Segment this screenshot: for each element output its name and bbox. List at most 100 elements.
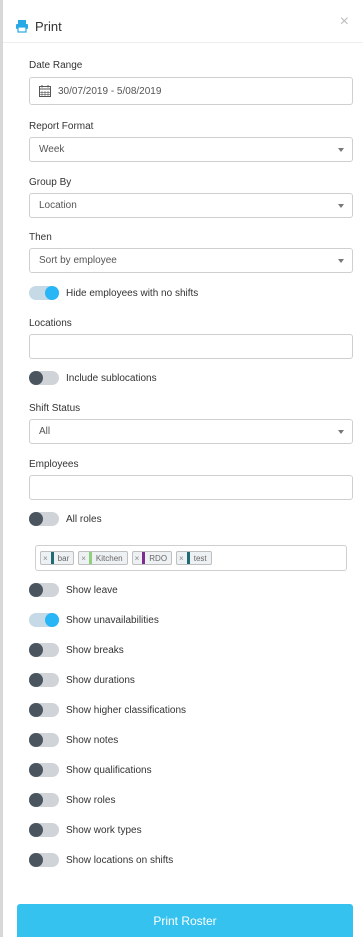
hide-employees-toggle-row[interactable]: Hide employees with no shifts — [29, 285, 198, 301]
all-roles-toggle[interactable] — [29, 512, 59, 526]
toggle-knob — [29, 703, 43, 717]
group-by-select[interactable]: Location — [29, 193, 353, 218]
all-roles-toggle-row[interactable]: All roles — [29, 511, 102, 527]
toggle-knob — [45, 286, 59, 300]
toggle-knob — [29, 793, 43, 807]
printer-icon — [16, 20, 28, 33]
role-color-swatch — [142, 552, 146, 564]
print-panel: Print × Date Range 30/07/2019 - 5/08/201… — [0, 0, 363, 937]
option-toggle-row-show-breaks[interactable]: Show breaks — [29, 642, 124, 658]
shift-status-label: Shift Status — [29, 403, 81, 414]
include-sublocations-toggle-row[interactable]: Include sublocations — [29, 370, 157, 386]
shift-status-select[interactable]: All — [29, 419, 353, 444]
show-breaks-toggle[interactable] — [29, 643, 59, 657]
chevron-down-icon — [338, 430, 344, 434]
panel-header: Print — [15, 16, 62, 36]
shift-status-value: All — [39, 426, 51, 437]
chevron-down-icon — [338, 204, 344, 208]
all-roles-label: All roles — [66, 513, 102, 525]
report-format-select[interactable]: Week — [29, 137, 353, 162]
employees-label: Employees — [29, 459, 79, 470]
option-label: Show qualifications — [66, 764, 152, 776]
option-toggle-row-show-unavailabilities[interactable]: Show unavailabilities — [29, 612, 159, 628]
toggle-knob — [29, 643, 43, 657]
show-roles-toggle[interactable] — [29, 793, 59, 807]
date-range-input[interactable]: 30/07/2019 - 5/08/2019 — [29, 77, 353, 105]
role-color-swatch — [88, 552, 92, 564]
remove-tag-icon[interactable]: × — [43, 554, 48, 563]
then-select[interactable]: Sort by employee — [29, 248, 353, 273]
page-title: Print — [35, 18, 62, 34]
employees-input[interactable] — [29, 475, 353, 500]
role-tag: × bar — [40, 551, 75, 565]
show-locations-on-shifts-toggle[interactable] — [29, 853, 59, 867]
toggle-knob — [29, 823, 43, 837]
toggle-knob — [29, 371, 43, 385]
toggle-knob — [29, 583, 43, 597]
show-work-types-toggle[interactable] — [29, 823, 59, 837]
toggle-knob — [29, 853, 43, 867]
toggle-knob — [29, 733, 43, 747]
report-format-label: Report Format — [29, 121, 94, 132]
close-icon[interactable]: × — [340, 12, 349, 32]
date-range-label: Date Range — [29, 60, 83, 71]
option-toggle-row-show-notes[interactable]: Show notes — [29, 732, 118, 748]
role-tag-label: test — [193, 553, 207, 563]
option-label: Show work types — [66, 824, 142, 836]
option-label: Show roles — [66, 794, 116, 806]
then-value: Sort by employee — [39, 255, 117, 266]
role-tag: × Kitchen — [78, 551, 128, 565]
show-higher-classifications-toggle[interactable] — [29, 703, 59, 717]
option-label: Show durations — [66, 674, 135, 686]
role-tag-label: bar — [57, 553, 70, 563]
role-color-swatch — [50, 552, 54, 564]
header-divider — [3, 42, 363, 43]
remove-tag-icon[interactable]: × — [179, 554, 184, 563]
option-toggle-row-show-qualifications[interactable]: Show qualifications — [29, 762, 152, 778]
locations-label: Locations — [29, 318, 72, 329]
option-label: Show higher classifications — [66, 704, 187, 716]
toggle-knob — [29, 673, 43, 687]
include-sublocations-label: Include sublocations — [66, 372, 157, 384]
roles-multiselect[interactable]: × bar × Kitchen × RDO × test — [35, 545, 347, 571]
calendar-icon — [39, 85, 51, 97]
print-roster-button[interactable]: Print Roster — [17, 904, 353, 937]
include-sublocations-toggle[interactable] — [29, 371, 59, 385]
role-tag-label: Kitchen — [95, 553, 123, 563]
option-label: Show locations on shifts — [66, 854, 174, 866]
chevron-down-icon — [338, 148, 344, 152]
option-toggle-row-show-roles[interactable]: Show roles — [29, 792, 115, 808]
toggle-knob — [45, 613, 59, 627]
role-color-swatch — [186, 552, 190, 564]
option-toggle-row-show-work-types[interactable]: Show work types — [29, 822, 142, 838]
role-tag: × test — [176, 551, 212, 565]
remove-tag-icon[interactable]: × — [81, 554, 86, 563]
date-range-value: 30/07/2019 - 5/08/2019 — [58, 85, 162, 97]
option-toggle-row-show-higher-classifications[interactable]: Show higher classifications — [29, 702, 186, 718]
option-label: Show unavailabilities — [66, 614, 159, 626]
group-by-label: Group By — [29, 177, 72, 188]
option-toggle-row-show-durations[interactable]: Show durations — [29, 672, 135, 688]
option-label: Show leave — [66, 584, 118, 596]
remove-tag-icon[interactable]: × — [135, 554, 140, 563]
toggle-knob — [29, 512, 43, 526]
option-toggle-row-show-locations-on-shifts[interactable]: Show locations on shifts — [29, 852, 173, 868]
show-qualifications-toggle[interactable] — [29, 763, 59, 777]
show-leave-toggle[interactable] — [29, 583, 59, 597]
show-unavailabilities-toggle[interactable] — [29, 613, 59, 627]
report-format-value: Week — [39, 144, 65, 155]
option-label: Show breaks — [66, 644, 124, 656]
toggle-knob — [29, 763, 43, 777]
group-by-value: Location — [39, 200, 77, 211]
locations-input[interactable] — [29, 334, 353, 359]
show-notes-toggle[interactable] — [29, 733, 59, 747]
hide-employees-label: Hide employees with no shifts — [66, 287, 199, 299]
then-label: Then — [29, 232, 52, 243]
show-durations-toggle[interactable] — [29, 673, 59, 687]
role-tag-label: RDO — [149, 553, 168, 563]
option-toggle-row-show-leave[interactable]: Show leave — [29, 582, 118, 598]
role-tag: × RDO — [131, 551, 173, 565]
option-label: Show notes — [66, 734, 119, 746]
chevron-down-icon — [338, 259, 344, 263]
hide-employees-toggle[interactable] — [29, 286, 59, 300]
